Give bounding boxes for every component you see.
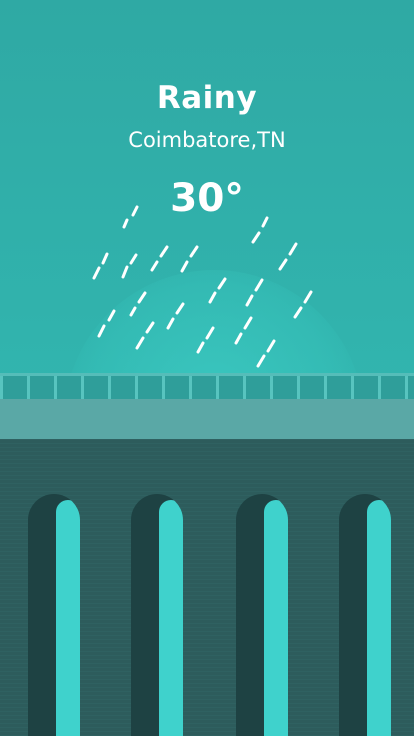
rain-drops	[92, 205, 313, 368]
rain-illustration	[92, 205, 313, 368]
rain-drop	[245, 294, 254, 307]
rain-drop	[278, 258, 288, 271]
rain-drop	[256, 354, 266, 368]
rain-drop	[122, 218, 129, 229]
rain-drop	[288, 242, 298, 256]
rain-drop	[175, 302, 185, 315]
rain-drop	[243, 316, 253, 330]
arch-light	[264, 500, 288, 736]
rain-drop	[254, 278, 264, 292]
bridge-arch	[339, 494, 391, 736]
bridge-railing	[0, 373, 414, 399]
rain-drop	[107, 309, 116, 322]
rain-drop	[166, 317, 175, 330]
bridge-arch	[28, 494, 80, 736]
rain-drop	[208, 291, 217, 304]
rain-drop	[135, 336, 145, 350]
rain-drop	[217, 277, 227, 290]
rain-drop	[92, 266, 101, 280]
rain-drop	[101, 252, 109, 265]
bridge-arch	[236, 494, 288, 736]
arch-light	[159, 500, 183, 736]
rain-drop	[266, 339, 276, 353]
rain-drop	[205, 326, 215, 340]
rain-drop	[234, 332, 243, 345]
railing-bars	[0, 376, 414, 399]
rain-drop	[196, 341, 205, 354]
weather-screen: Rainy Coimbatore,TN 30°	[0, 0, 414, 736]
rain-drop	[189, 245, 199, 258]
rain-drop	[261, 216, 269, 228]
rain-drop	[150, 260, 159, 272]
rain-drop	[180, 260, 189, 273]
bridge-arch	[131, 494, 183, 736]
rain-drop	[303, 290, 313, 304]
bridge-deck	[0, 399, 414, 439]
arch-light	[367, 500, 391, 736]
rain-drop	[159, 245, 169, 258]
rain-drop	[129, 306, 137, 317]
rain-drop	[137, 291, 147, 304]
rain-drop	[251, 231, 261, 244]
rain-drop	[129, 253, 138, 265]
rain-drop	[97, 324, 106, 338]
rain-drop	[121, 265, 129, 279]
rain-drop	[293, 306, 303, 319]
arch-light	[56, 500, 80, 736]
rain-drop	[131, 205, 139, 217]
rain-drop	[145, 321, 155, 334]
